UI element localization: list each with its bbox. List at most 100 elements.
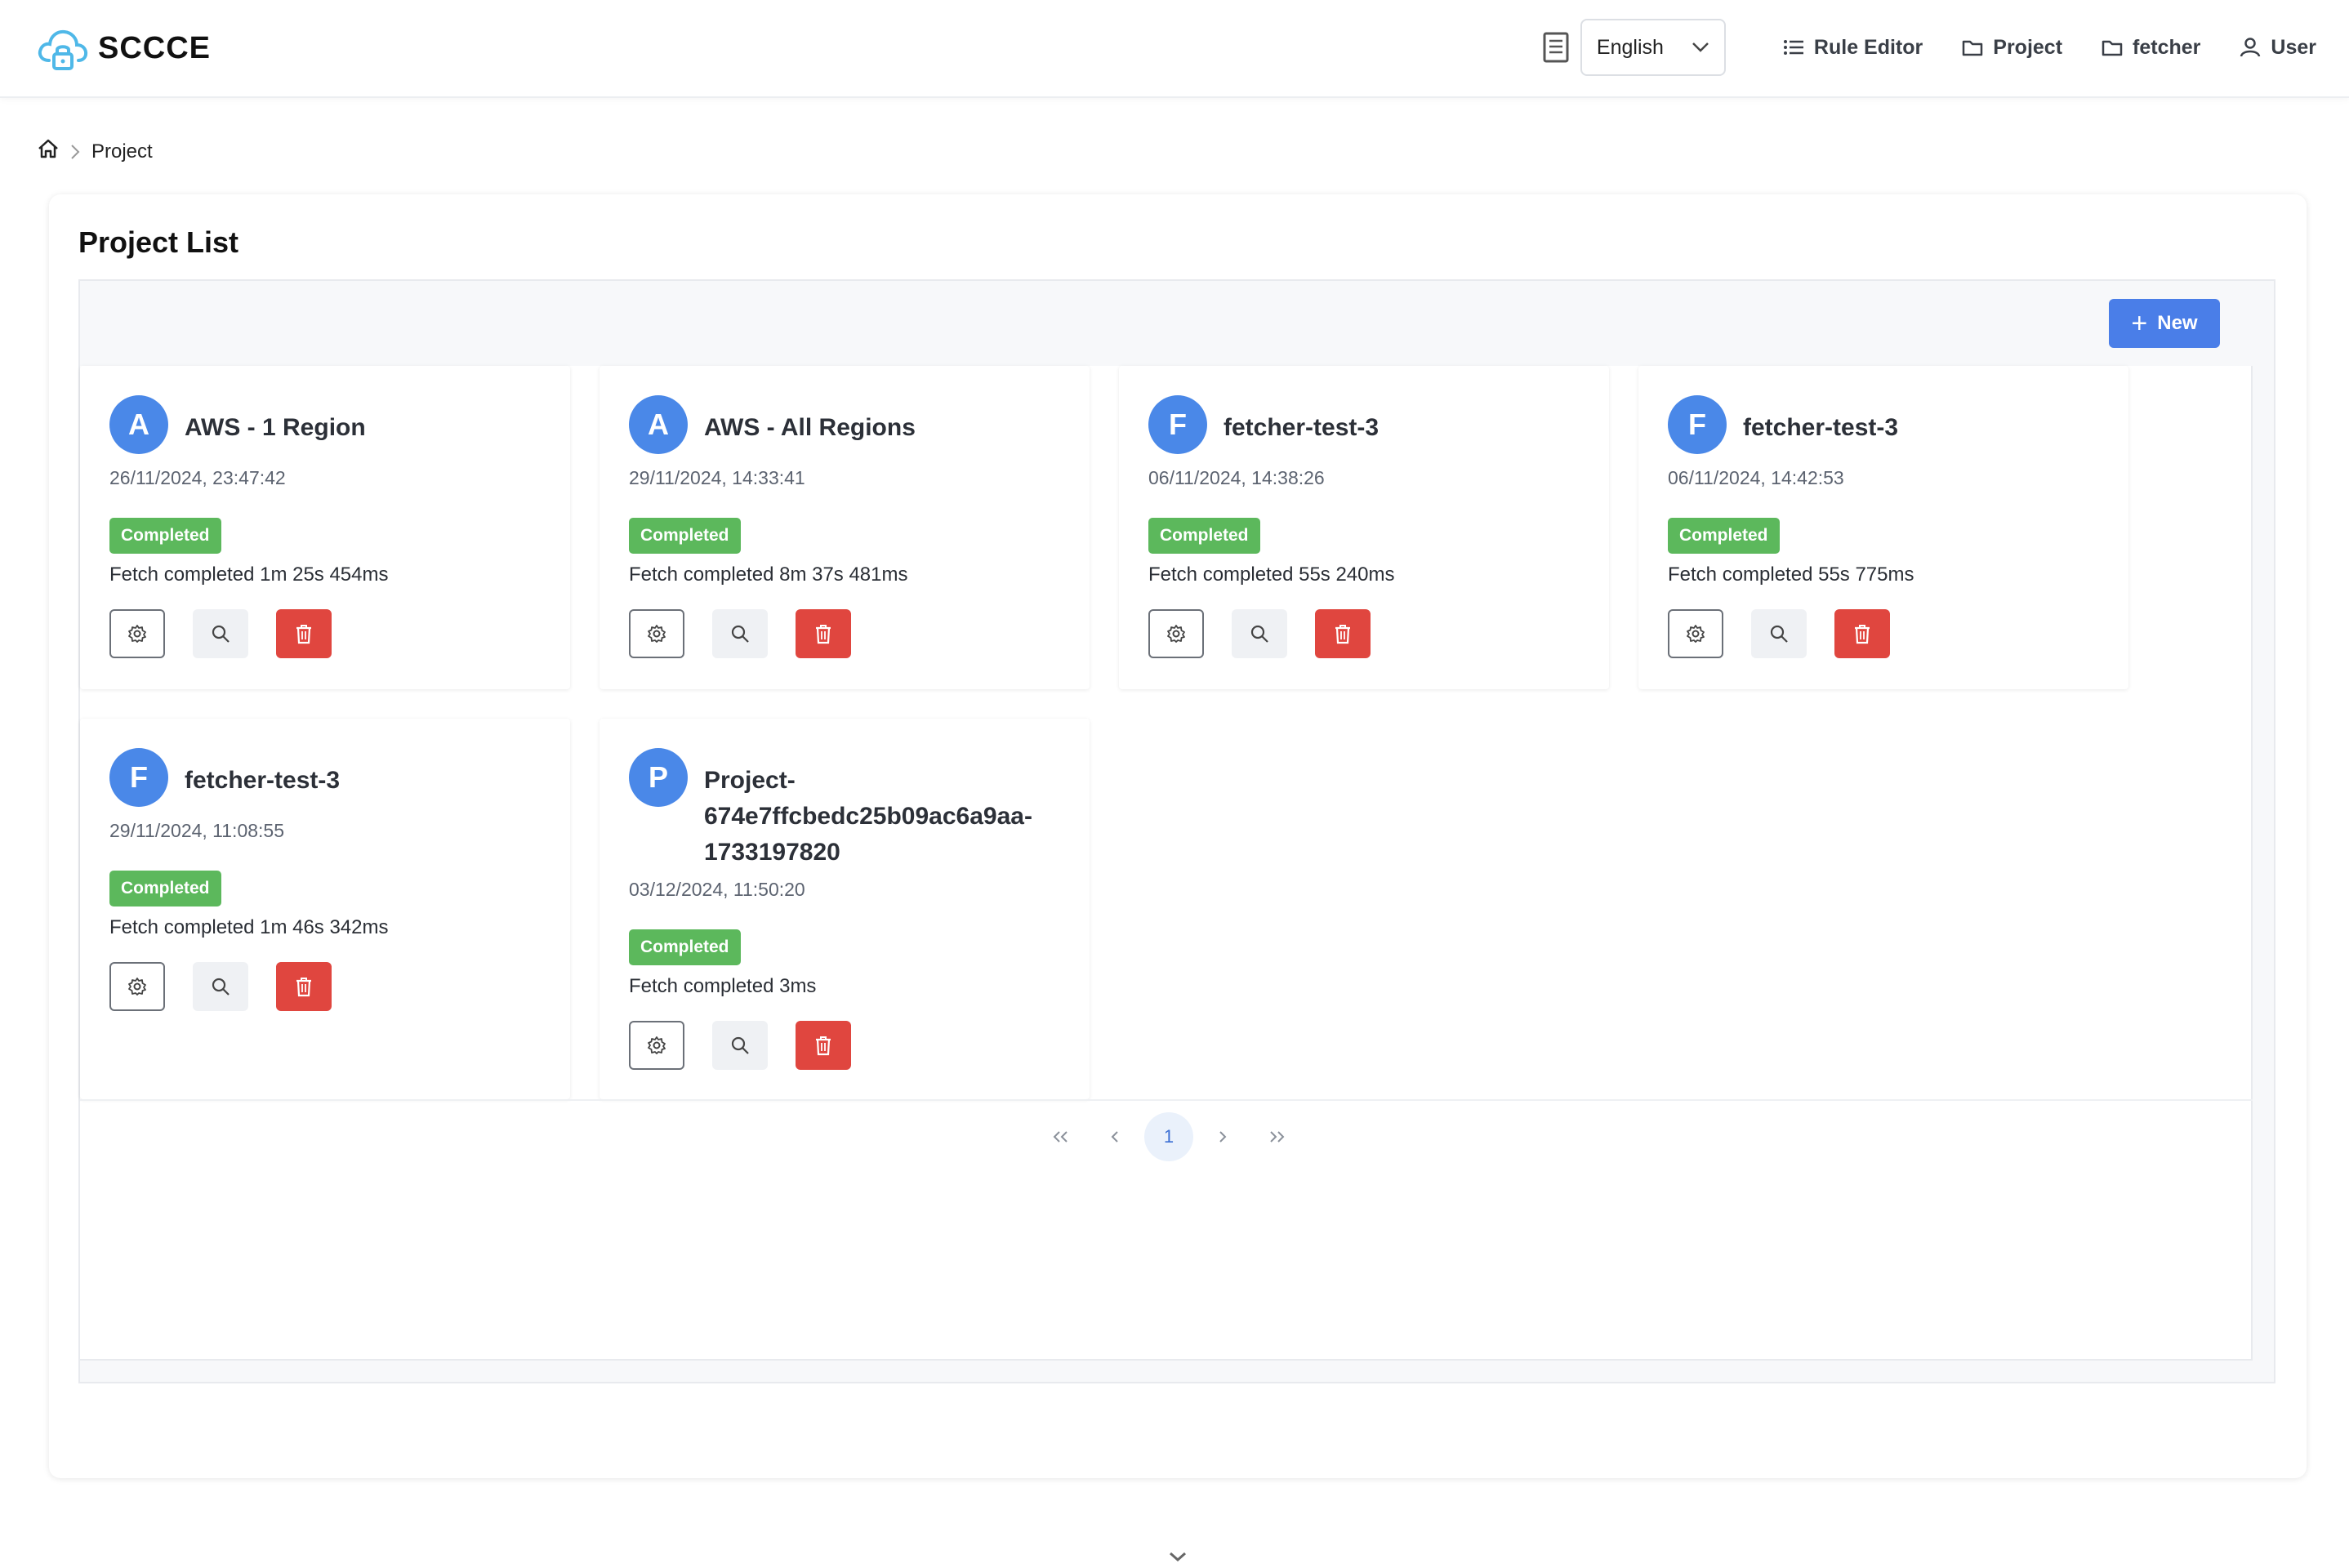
chevron-right-icon	[1219, 1131, 1227, 1143]
cloud-lock-icon	[38, 29, 88, 70]
card-actions	[1668, 609, 1918, 658]
new-button-label: New	[2157, 312, 2198, 334]
gear-icon	[1687, 625, 1705, 643]
gear-icon	[128, 978, 146, 996]
view-button[interactable]	[1232, 609, 1287, 658]
chevron-right-icon	[70, 144, 80, 160]
project-name[interactable]: fetcher-test-3	[1743, 410, 2102, 446]
prev-page-button[interactable]	[1090, 1112, 1139, 1161]
project-grid: A AWS - 1 Region 26/11/2024, 23:47:42 Co…	[80, 366, 2253, 1361]
last-page-button[interactable]	[1252, 1112, 1301, 1161]
double-chevron-right-icon	[1270, 1131, 1285, 1143]
app-logo[interactable]: SCCCE	[36, 23, 211, 74]
project-date: 03/12/2024, 11:50:20	[629, 879, 805, 900]
card-actions	[1148, 609, 1398, 658]
project-card[interactable]: F fetcher-test-3 29/11/2024, 11:08:55 Co…	[80, 719, 570, 1099]
project-name[interactable]: AWS - All Regions	[704, 410, 1063, 446]
project-date: 06/11/2024, 14:38:26	[1148, 467, 1325, 488]
delete-button[interactable]	[1315, 609, 1371, 658]
delete-button[interactable]	[796, 1021, 851, 1070]
project-avatar: P	[629, 748, 688, 807]
delete-button[interactable]	[1834, 609, 1890, 658]
scroll-down-icon[interactable]	[1163, 1548, 1192, 1568]
view-button[interactable]	[712, 1021, 768, 1070]
nav-user[interactable]: User	[2240, 36, 2316, 60]
home-icon[interactable]	[38, 139, 59, 164]
gear-icon	[648, 625, 666, 643]
project-card[interactable]: P Project-674e7ffcbedc25b09ac6a9aa-17331…	[600, 719, 1090, 1099]
status-badge: Completed	[1668, 518, 1780, 554]
settings-button[interactable]	[629, 1021, 684, 1070]
page-number-button[interactable]: 1	[1144, 1112, 1193, 1161]
fetch-status-text: Fetch completed 1m 46s 342ms	[109, 916, 389, 938]
view-button[interactable]	[712, 609, 768, 658]
nav-project[interactable]: Project	[1962, 36, 2062, 60]
settings-button[interactable]	[1668, 609, 1723, 658]
settings-button[interactable]	[629, 609, 684, 658]
status-badge: Completed	[109, 518, 221, 554]
view-button[interactable]	[193, 962, 248, 1011]
card-actions	[109, 609, 359, 658]
project-date: 29/11/2024, 14:33:41	[629, 467, 805, 488]
chevron-left-icon	[1111, 1131, 1118, 1143]
card-actions	[629, 1021, 879, 1070]
nav-rule-editor[interactable]: Rule Editor	[1783, 36, 1923, 60]
project-date: 26/11/2024, 23:47:42	[109, 467, 286, 488]
fetch-status-text: Fetch completed 8m 37s 481ms	[629, 564, 908, 586]
project-avatar: F	[1668, 395, 1727, 454]
project-card[interactable]: F fetcher-test-3 06/11/2024, 14:38:26 Co…	[1119, 366, 1609, 689]
trash-icon	[1855, 625, 1870, 644]
settings-button[interactable]	[109, 609, 165, 658]
trash-icon	[816, 1036, 831, 1056]
project-card[interactable]: A AWS - 1 Region 26/11/2024, 23:47:42 Co…	[80, 366, 570, 689]
search-icon	[1770, 625, 1788, 643]
search-icon	[212, 625, 230, 643]
breadcrumb-current: Project	[91, 140, 153, 163]
project-name[interactable]: fetcher-test-3	[185, 763, 544, 799]
double-chevron-left-icon	[1053, 1131, 1068, 1143]
nav-label: User	[2271, 35, 2316, 59]
settings-button[interactable]	[109, 962, 165, 1011]
nav-fetcher[interactable]: fetcher	[2102, 36, 2200, 60]
search-icon	[731, 625, 749, 643]
project-avatar: F	[1148, 395, 1207, 454]
pagination: 1	[1034, 1112, 1304, 1161]
first-page-button[interactable]	[1036, 1112, 1085, 1161]
status-badge: Completed	[629, 518, 741, 554]
delete-button[interactable]	[796, 609, 851, 658]
next-page-button[interactable]	[1198, 1112, 1247, 1161]
new-project-button[interactable]: + New	[2109, 299, 2220, 348]
trash-icon	[816, 625, 831, 644]
fetch-status-text: Fetch completed 3ms	[629, 975, 817, 997]
view-button[interactable]	[1751, 609, 1807, 658]
trash-icon	[296, 625, 311, 644]
search-icon	[731, 1036, 749, 1054]
top-nav: English Rule Editor Project fetcher User	[1540, 18, 2316, 77]
settings-button[interactable]	[1148, 609, 1204, 658]
project-card[interactable]: A AWS - All Regions 29/11/2024, 14:33:41…	[600, 366, 1090, 689]
gear-icon	[1167, 625, 1185, 643]
user-icon	[2240, 38, 2261, 57]
search-icon	[212, 978, 230, 996]
project-name[interactable]: Project-674e7ffcbedc25b09ac6a9aa-1733197…	[704, 763, 1047, 871]
gear-icon	[128, 625, 146, 643]
plus-icon: +	[2131, 308, 2148, 339]
delete-button[interactable]	[276, 609, 332, 658]
view-button[interactable]	[193, 609, 248, 658]
docs-icon[interactable]	[1540, 31, 1572, 64]
top-header: SCCCE English Rule Editor Project fetche…	[0, 0, 2349, 98]
project-name[interactable]: fetcher-test-3	[1224, 410, 1583, 446]
fetch-status-text: Fetch completed 55s 240ms	[1148, 564, 1395, 586]
chevron-down-icon	[1692, 42, 1709, 52]
list-icon	[1783, 40, 1803, 55]
status-badge: Completed	[109, 871, 221, 906]
trash-icon	[1335, 625, 1350, 644]
card-actions	[629, 609, 879, 658]
project-date: 06/11/2024, 14:42:53	[1668, 467, 1844, 488]
language-select[interactable]: English	[1580, 19, 1726, 76]
project-card[interactable]: F fetcher-test-3 06/11/2024, 14:42:53 Co…	[1638, 366, 2128, 689]
language-value: English	[1596, 35, 1664, 59]
pagination-divider	[80, 1099, 2253, 1101]
project-name[interactable]: AWS - 1 Region	[185, 410, 544, 446]
delete-button[interactable]	[276, 962, 332, 1011]
